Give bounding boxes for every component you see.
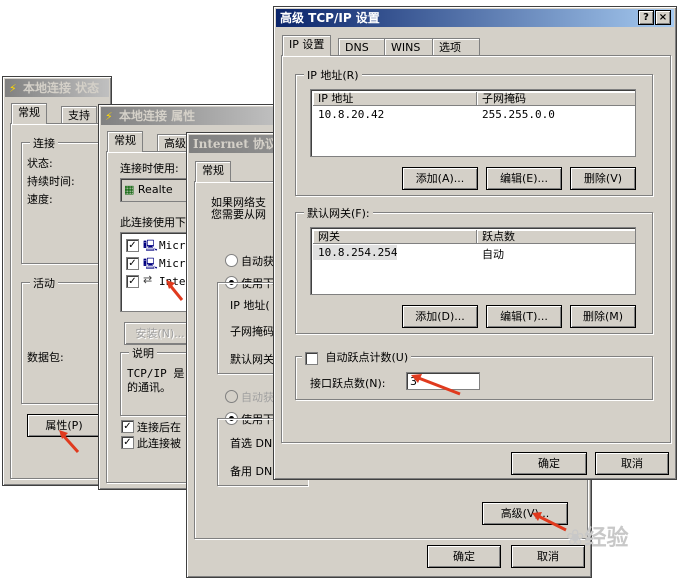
close-button[interactable]: × xyxy=(655,10,671,25)
properties-window-titlebar[interactable]: ⚡ 本地连接 属性 xyxy=(101,107,277,125)
item-checkbox[interactable]: ✓ xyxy=(126,257,139,270)
ok-button[interactable]: 确定 xyxy=(427,545,501,568)
preferred-dns-label: 首选 DNS xyxy=(230,437,280,450)
metric-group: 自动跃点计数(U) 接口跃点数(N): 3 xyxy=(295,349,653,400)
ip-cell[interactable]: 10.8.20.42 xyxy=(318,108,384,121)
auto-metric-legend: 自动跃点计数(U) xyxy=(302,349,412,365)
ok-button[interactable]: 确定 xyxy=(511,452,587,475)
item-checkbox[interactable]: ✓ xyxy=(126,239,139,252)
show-icon-label: 连接后在 xyxy=(137,421,181,434)
protocol-icon: ⇄ xyxy=(143,273,153,286)
subnet-mask-label: 子网掩码 xyxy=(230,325,274,338)
intro-line-2: 您需要从网 xyxy=(211,208,266,221)
tab-general[interactable]: 常规 xyxy=(107,131,143,152)
ip-address-group: IP 地址(R) IP 地址 子网掩码 10.8.20.42 255.255.0… xyxy=(295,67,653,196)
advanced-window-titlebar[interactable]: 高级 TCP/IP 设置 xyxy=(276,9,674,27)
tab-wins[interactable]: WINS xyxy=(384,38,434,56)
adapter-name: Realte xyxy=(137,183,173,196)
status-label: 状态: xyxy=(27,157,53,170)
status-window-titlebar[interactable]: ⚡ 本地连接 状态 xyxy=(5,79,109,97)
tab-options[interactable]: 选项 xyxy=(432,38,480,56)
notify-label: 此连接被 xyxy=(137,437,181,450)
ip-edit-button[interactable]: 编辑(E)... xyxy=(486,167,562,190)
watermark-paw-icon: ❀ xyxy=(566,526,585,551)
ip-address-list[interactable]: IP 地址 子网掩码 10.8.20.42 255.255.0.0 xyxy=(310,89,636,157)
cancel-button[interactable]: 取消 xyxy=(595,452,669,475)
mask-column-header[interactable]: 子网掩码 xyxy=(477,92,635,106)
metric-column-header[interactable]: 跃点数 xyxy=(477,230,635,244)
activity-group-label: 活动 xyxy=(30,275,58,291)
gateway-edit-button[interactable]: 编辑(T)... xyxy=(486,305,562,328)
connection-group-label: 连接 xyxy=(30,135,58,151)
tab-dns[interactable]: DNS xyxy=(338,38,388,56)
network-icon: ⚡ xyxy=(9,82,17,95)
mask-cell[interactable]: 255.255.0.0 xyxy=(482,108,555,121)
gateway-column-header[interactable]: 网关 xyxy=(313,230,477,244)
client-icon: 🖳 xyxy=(143,239,158,252)
interface-metric-label: 接口跃点数(N): xyxy=(310,377,386,390)
ip-column-header[interactable]: IP 地址 xyxy=(313,92,477,106)
ip-address-label: IP 地址( xyxy=(230,299,270,312)
connect-using-label: 连接时使用: xyxy=(120,162,179,175)
watermark-text: 经验 xyxy=(584,526,629,551)
advanced-window-title: 高级 TCP/IP 设置 xyxy=(280,11,380,25)
status-tab-panel: 连接 状态: 持续时间: 速度: 活动 数据包: 属性(P) xyxy=(10,123,113,479)
gateway-group-label: 默认网关(F): xyxy=(304,205,373,221)
arrow-annotation-advanced xyxy=(532,512,567,532)
ip-add-button[interactable]: 添加(A)... xyxy=(402,167,478,190)
auto-ip-radio[interactable] xyxy=(225,254,238,267)
packets-label: 数据包: xyxy=(27,351,64,364)
network-icon: ⚡ xyxy=(105,110,113,123)
ip-settings-panel: IP 地址(R) IP 地址 子网掩码 10.8.20.42 255.255.0… xyxy=(281,55,671,443)
watermark: ❀经验 xyxy=(566,520,628,552)
gateway-delete-button[interactable]: 删除(M) xyxy=(570,305,636,328)
list-item[interactable]: Micr xyxy=(159,257,186,270)
speed-label: 速度: xyxy=(27,193,53,206)
auto-metric-checkbox[interactable] xyxy=(305,351,318,365)
ip-delete-button[interactable]: 删除(V) xyxy=(570,167,636,190)
auto-metric-label: 自动跃点计数(U) xyxy=(325,351,409,364)
arrow-annotation-tcpip-item xyxy=(166,280,184,301)
advanced-tcpip-window: 高级 TCP/IP 设置 ? × IP 设置 DNS WINS 选项 IP 地址… xyxy=(273,6,677,480)
status-window: ⚡ 本地连接 状态 常规 支持 连接 状态: 持续时间: 速度: 活动 数据包: … xyxy=(2,76,113,486)
duration-label: 持续时间: xyxy=(27,175,75,188)
show-icon-checkbox[interactable]: ✓ xyxy=(121,420,134,433)
tab-ip-settings[interactable]: IP 设置 xyxy=(282,35,332,56)
properties-window-title: 本地连接 属性 xyxy=(119,109,196,123)
description-line-2: 的通讯。 xyxy=(127,381,171,394)
gateway-group: 默认网关(F): 网关 跃点数 10.8.254.254 自动 添加(D)...… xyxy=(295,205,653,334)
tab-support[interactable]: 支持 xyxy=(61,106,97,124)
auto-dns-label: 自动获 xyxy=(241,391,274,404)
tab-general[interactable]: 常规 xyxy=(195,161,231,182)
alternate-dns-label: 备用 DNS xyxy=(230,465,280,478)
service-icon: 🖳 xyxy=(143,257,158,270)
ip-address-group-label: IP 地址(R) xyxy=(304,67,362,83)
list-item[interactable]: Micr xyxy=(159,239,186,252)
items-label: 此连接使用下 xyxy=(120,216,186,229)
auto-dns-radio[interactable] xyxy=(225,390,238,403)
adapter-icon: ▦ xyxy=(124,183,135,196)
tcpip-window-title: Internet 协议 xyxy=(193,137,277,151)
default-gateway-label: 默认网关 xyxy=(230,353,274,366)
arrow-annotation-properties xyxy=(59,430,80,454)
help-button[interactable]: ? xyxy=(638,10,654,25)
gateway-add-button[interactable]: 添加(D)... xyxy=(402,305,478,328)
status-window-title: 本地连接 状态 xyxy=(23,81,100,95)
notify-checkbox[interactable]: ✓ xyxy=(121,436,134,449)
gateway-cell[interactable]: 10.8.254.254 xyxy=(318,246,397,259)
auto-ip-label: 自动获 xyxy=(241,255,274,268)
description-group-label: 说明 xyxy=(129,345,157,361)
metric-cell[interactable]: 自动 xyxy=(482,246,504,262)
item-checkbox[interactable]: ✓ xyxy=(126,275,139,288)
tab-general[interactable]: 常规 xyxy=(11,103,47,124)
gateway-list[interactable]: 网关 跃点数 10.8.254.254 自动 xyxy=(310,227,636,295)
arrow-annotation-metric xyxy=(411,374,461,396)
